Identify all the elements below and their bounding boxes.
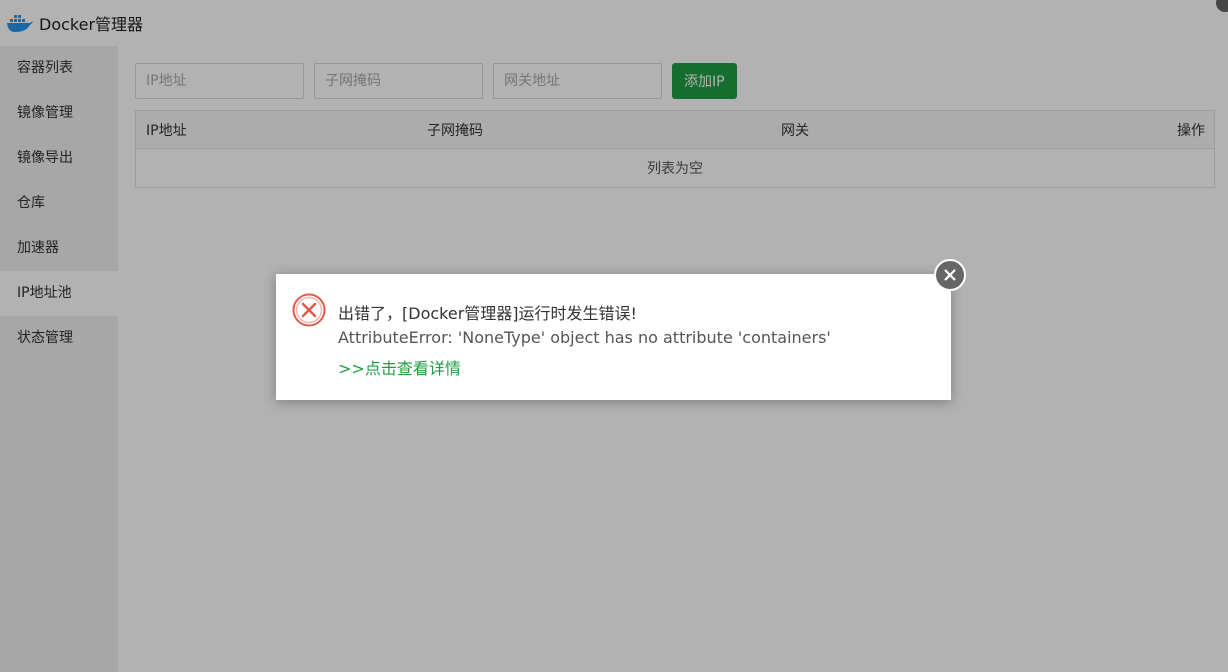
error-dialog: 出错了，[Docker管理器]运行时发生错误! AttributeError: … [276, 274, 951, 400]
close-icon[interactable] [934, 259, 966, 291]
error-x-icon [292, 293, 326, 327]
error-message: 出错了，[Docker管理器]运行时发生错误! [338, 304, 637, 323]
view-details-link[interactable]: >>点击查看详情 [338, 355, 461, 379]
error-detail: AttributeError: 'NoneType' object has no… [338, 328, 831, 347]
